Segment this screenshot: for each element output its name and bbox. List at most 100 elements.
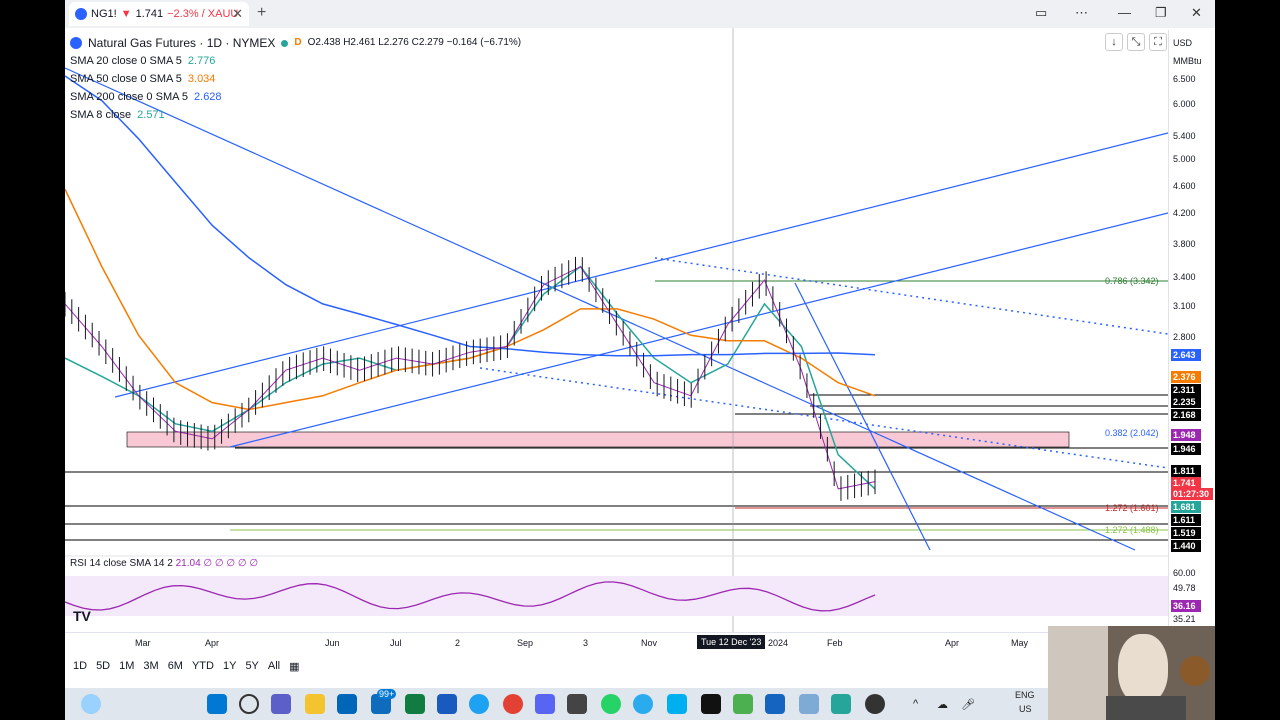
- start-icon[interactable]: [207, 694, 227, 714]
- period-3m[interactable]: 3M: [143, 660, 158, 673]
- rsi-tick: 35.21: [1173, 614, 1196, 624]
- person-body: [1106, 696, 1186, 720]
- left-letterbox: [0, 0, 65, 720]
- store-icon[interactable]: [337, 694, 357, 714]
- edge-icon[interactable]: [469, 694, 489, 714]
- currency-select[interactable]: USD: [1173, 38, 1192, 48]
- collapse-icon[interactable]: ⤡: [1127, 33, 1145, 51]
- word-icon[interactable]: [437, 694, 457, 714]
- price-tick: 3.800: [1173, 239, 1196, 249]
- price-tick: 3.100: [1173, 301, 1196, 311]
- person-face: [1118, 634, 1168, 704]
- cam-globe: [1180, 656, 1210, 686]
- date-range-icon[interactable]: ▦: [289, 660, 299, 673]
- time-label: Feb: [827, 638, 843, 648]
- tradingview-app-icon[interactable]: [701, 694, 721, 714]
- fib-1272a-label: 1.272 (1.601): [1105, 503, 1159, 513]
- price-scale[interactable]: USD MMBtu 6.500 6.000 5.400 5.000 4.600 4.200…: [1168, 30, 1215, 630]
- chart-app-icon[interactable]: [799, 694, 819, 714]
- skype-icon[interactable]: [667, 694, 687, 714]
- indicator-row[interactable]: SMA 50 close 0 SMA 5 3.034: [70, 70, 521, 88]
- tab-symbol: NG1!: [91, 8, 117, 20]
- period-ytd[interactable]: YTD: [192, 660, 214, 673]
- app-icon[interactable]: [733, 694, 753, 714]
- symbol-title[interactable]: Natural Gas Futures · 1D · NYMEX: [88, 34, 275, 52]
- indicator-row[interactable]: SMA 200 close 0 SMA 5 2.628: [70, 88, 521, 106]
- new-tab-icon[interactable]: +: [257, 4, 266, 22]
- ng-logo-icon: [70, 37, 82, 49]
- fib-0786-label: 0.786 (3.342): [1105, 276, 1159, 286]
- download-icon[interactable]: ↓: [1105, 33, 1123, 51]
- weather-icon[interactable]: [81, 694, 101, 714]
- tray-chevron-icon[interactable]: ^: [913, 698, 918, 710]
- channel-upper: [114, 132, 1168, 398]
- app-icon[interactable]: [831, 694, 851, 714]
- more-icon[interactable]: ⋯: [1075, 5, 1088, 21]
- chart-tab[interactable]: NG1! ▼ 1.741 −2.3% / XAUU ✕: [69, 2, 249, 26]
- period-5y[interactable]: 5Y: [245, 660, 258, 673]
- unit-select[interactable]: MMBtu: [1173, 56, 1202, 66]
- minimize-icon[interactable]: —: [1118, 5, 1131, 20]
- tradingview-logo: TV: [73, 608, 91, 624]
- price-label: 1.519: [1171, 527, 1201, 539]
- screen-share-icon[interactable]: ▭: [1035, 5, 1047, 21]
- cloud-icon[interactable]: ☁: [937, 698, 948, 711]
- mic-icon[interactable]: 🎤︎: [961, 698, 975, 711]
- whatsapp-icon[interactable]: [601, 694, 621, 714]
- price-tick: 5.400: [1173, 131, 1196, 141]
- price-label: 1.948: [1171, 429, 1201, 441]
- price-label: 1.440: [1171, 540, 1201, 552]
- time-label: May: [1011, 638, 1029, 648]
- lang-label[interactable]: ENG: [1015, 690, 1035, 700]
- teams-icon[interactable]: [271, 694, 291, 714]
- window-close-icon[interactable]: ✕: [1191, 5, 1202, 21]
- time-label: Jul: [390, 638, 402, 648]
- app-icon[interactable]: [865, 694, 885, 714]
- time-label: Apr: [205, 638, 220, 648]
- tab-price: 1.741: [135, 8, 164, 20]
- telegram-icon[interactable]: [633, 694, 653, 714]
- app-icon[interactable]: [765, 694, 785, 714]
- indicator-row[interactable]: SMA 20 close 0 SMA 5 2.776: [70, 52, 521, 70]
- discord-icon[interactable]: [535, 694, 555, 714]
- chrome-icon[interactable]: [503, 694, 523, 714]
- period-6m[interactable]: 6M: [168, 660, 183, 673]
- excel-icon[interactable]: [405, 694, 425, 714]
- tab-close-icon[interactable]: ✕: [232, 6, 243, 22]
- period-all[interactable]: All: [268, 660, 280, 673]
- time-label: 3: [583, 638, 589, 648]
- mail-badge: 99+: [377, 689, 397, 699]
- maximize-icon[interactable]: ❐: [1155, 5, 1167, 21]
- time-label: Sep: [517, 638, 534, 648]
- title-bar: NG1! ▼ 1.741 −2.3% / XAUU ✕ + ▭ ⋯ — ❐ ✕: [65, 0, 1215, 28]
- ohlc-values: O2.438 H2.461 L2.276 C2.279 −0.164 (−6.7…: [307, 37, 522, 48]
- search-icon[interactable]: [239, 694, 259, 714]
- period-5d[interactable]: 5D: [96, 660, 110, 673]
- time-label: Jun: [325, 638, 340, 648]
- series-line-1: [65, 188, 876, 411]
- period-selector: 1D 5D 1M 3M 6M YTD 1Y 5Y All ▦: [73, 660, 300, 673]
- time-axis[interactable]: Mar Apr Jun Jul 2 Sep 3 Nov 2024 Feb Apr May Tue 12…: [65, 632, 1168, 652]
- time-label: Apr: [945, 638, 960, 648]
- tab-down-arrow-icon: ▼: [120, 8, 132, 20]
- period-1m[interactable]: 1M: [119, 660, 134, 673]
- price-label: 1.681: [1171, 501, 1201, 513]
- rsi-current-label: 36.16: [1171, 600, 1201, 612]
- price-label: 1.811: [1171, 465, 1201, 477]
- price-label: 2.376: [1171, 371, 1201, 383]
- tradingview-window: NG1! ▼ 1.741 −2.3% / XAUU ✕ + ▭ ⋯ — ❐ ✕: [65, 0, 1215, 720]
- support-zone: [126, 431, 1070, 448]
- photos-icon[interactable]: [567, 694, 587, 714]
- region-label[interactable]: US: [1019, 704, 1032, 714]
- cam-wall: [1048, 626, 1108, 720]
- period-1d[interactable]: 1D: [73, 660, 87, 673]
- price-label: 2.168: [1171, 409, 1201, 421]
- indicator-row[interactable]: SMA 8 close 2.571: [70, 106, 521, 124]
- fullscreen-icon[interactable]: ⛶: [1149, 33, 1167, 51]
- price-tick: 6.500: [1173, 74, 1196, 84]
- period-1y[interactable]: 1Y: [223, 660, 236, 673]
- price-tick: 2.800: [1173, 332, 1196, 342]
- market-status-icon: [281, 39, 289, 47]
- folder-icon[interactable]: [305, 694, 325, 714]
- dotted-support: [479, 367, 1168, 469]
